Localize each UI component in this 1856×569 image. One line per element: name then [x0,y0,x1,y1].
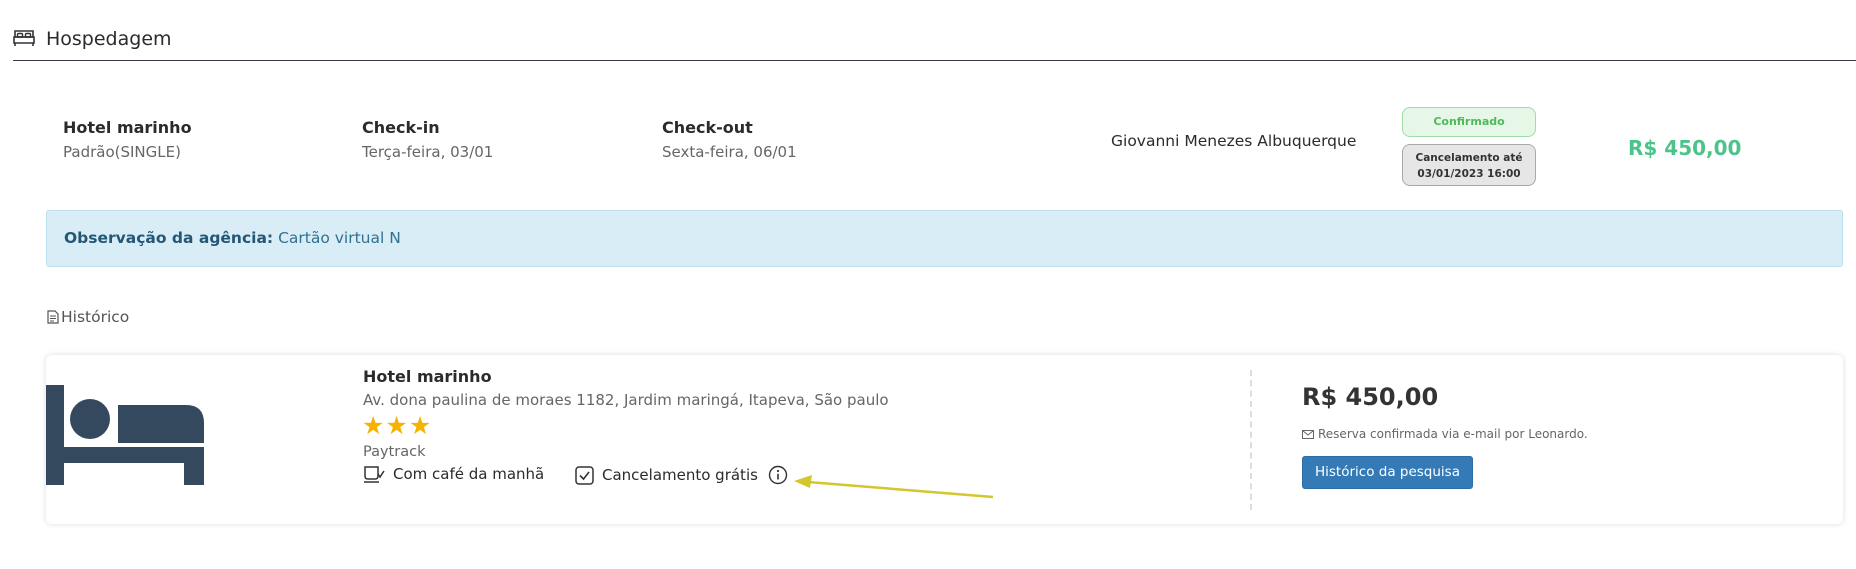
info-icon[interactable] [768,465,788,485]
booking-summary: Hotel marinho Padrão(SINGLE) Check-in Te… [0,100,1856,200]
hotel-address: Av. dona paulina de moraes 1182, Jardim … [363,391,889,409]
document-icon [47,310,59,324]
checkout-info: Check-out Sexta-feira, 06/01 [662,118,797,161]
checkin-info: Check-in Terça-feira, 03/01 [362,118,493,161]
agency-note-text: Cartão virtual N [278,229,401,247]
annotation-arrow [794,475,994,499]
agency-note-label: Observação da agência: [64,229,274,247]
breakfast-feature: Com café da manhã [363,465,544,483]
hotel-bed-image [46,385,204,485]
breakfast-label: Com café da manhã [393,465,545,483]
star-rating: ★★★ [362,411,433,440]
free-cancellation-label: Cancelamento grátis [602,466,758,484]
confirmation-message: Reserva confirmada via e-mail por Leonar… [1302,427,1588,441]
checkin-label: Check-in [362,118,440,137]
section-title: Hospedagem [46,28,172,50]
checkout-date: Sexta-feira, 06/01 [662,143,797,161]
hotel-name: Hotel marinho [63,118,192,137]
cancellation-deadline-label: Cancelamento até [1415,152,1523,164]
summary-price: R$ 450,00 [1628,136,1742,160]
historico-link[interactable]: Histórico [47,308,129,326]
checkout-label: Check-out [662,118,753,137]
search-history-button[interactable]: Histórico da pesquisa [1302,456,1473,489]
card-hotel-name: Hotel marinho [363,367,492,386]
cancellation-deadline-badge: Cancelamento até 03/01/2023 16:00 [1402,144,1536,186]
confirmation-text: Reserva confirmada via e-mail por Leonar… [1318,427,1588,441]
checkin-date: Terça-feira, 03/01 [362,143,494,161]
checkbox-checked-icon [575,465,594,485]
status-badge: Confirmado [1402,107,1536,137]
card-price: R$ 450,00 [1302,383,1439,411]
bed-icon [13,30,35,46]
room-type: Padrão(SINGLE) [63,143,181,161]
provider-name: Paytrack [363,444,426,460]
card-divider [1250,370,1252,510]
free-cancellation-feature: Cancelamento grátis [575,465,796,485]
hotel-info: Hotel marinho Padrão(SINGLE) [63,118,192,161]
section-header: Hospedagem [13,26,1856,61]
cancellation-deadline-date: 03/01/2023 16:00 [1417,168,1521,180]
agency-note: Observação da agência: Cartão virtual N [46,210,1843,267]
envelope-icon [1302,429,1314,439]
historico-label: Histórico [61,308,130,326]
guest-name: Giovanni Menezes Albuquerque [1111,132,1357,150]
coffee-cup-icon [364,466,385,483]
